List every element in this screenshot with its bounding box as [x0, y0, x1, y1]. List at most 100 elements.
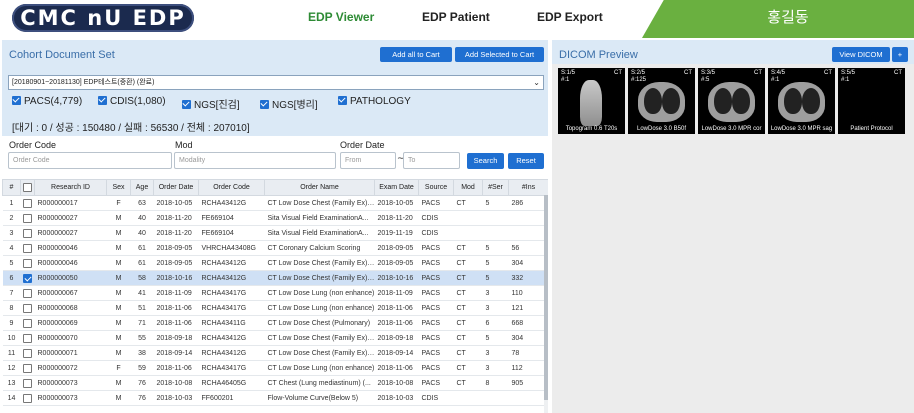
col-header-order-name[interactable]: Order Name [264, 179, 375, 196]
from-date-input[interactable]: From [340, 152, 396, 169]
nav-edp-viewer[interactable]: EDP Viewer [308, 10, 374, 24]
row-checkbox[interactable] [23, 198, 32, 208]
user-name-tab[interactable]: 홍길동 [642, 0, 914, 38]
cohort-set-select[interactable]: [20180901~20181130] EDP테스트(중환) (완료) ⌄ [8, 75, 544, 90]
table-cell: M [106, 330, 131, 346]
table-cell: R000000067 [34, 285, 107, 301]
col-header-mod[interactable]: Mod [453, 179, 483, 196]
row-checkbox[interactable] [23, 288, 32, 298]
col-header-research-id[interactable]: Research ID [34, 179, 107, 196]
table-cell [482, 390, 509, 406]
source-cdis-checkbox[interactable]: CDIS(1,080) [98, 96, 166, 107]
nav-edp-patient[interactable]: EDP Patient [422, 10, 490, 24]
row-checkbox[interactable] [23, 333, 32, 343]
table-cell: M [106, 210, 131, 226]
table-cell: 2018-11-06 [153, 360, 199, 376]
dicom-thumbnail[interactable]: S:4/5 #:1 CT LowDose 3.0 MPR sag [768, 68, 835, 134]
source-ngs-byeongri-checkbox[interactable]: NGS[병리] [260, 96, 318, 111]
table-cell: CT Coronary Calcium Scoring [264, 240, 375, 256]
transfer-stats: [대기 : 0 / 성공 : 150480 / 실패 : 56530 / 전체 … [12, 123, 250, 134]
row-checkbox[interactable] [23, 363, 32, 373]
table-cell: CT Low Dose Chest (Family Ex) ... [264, 255, 375, 271]
row-checkbox[interactable] [23, 318, 32, 328]
table-cell: PACS [418, 255, 454, 271]
order-code-input[interactable]: Order Code [8, 152, 172, 169]
col-header-select-all[interactable] [20, 179, 35, 196]
table-cell: 2018-11-20 [153, 210, 199, 226]
table-cell: F [106, 360, 131, 376]
table-cell: 4 [2, 240, 21, 256]
table-cell: CT Low Dose Lung (non enhance) [264, 360, 375, 376]
dicom-thumbnail[interactable]: S:2/5 #:125 CT LowDose 3.0 B50f [628, 68, 695, 134]
source-ngs-jingeom-checkbox[interactable]: NGS[진검] [182, 96, 240, 111]
table-cell: 8 [2, 300, 21, 316]
table-row[interactable]: 12 R000000072 F 59 2018-11-06 RCHA43417G CT Lo… [2, 360, 548, 376]
scrollbar-thumb[interactable] [544, 195, 548, 400]
table-cell: 51 [130, 300, 154, 316]
table-row[interactable]: 7 R000000067 M 41 2018-11-09 RCHA43417G CT Low… [2, 285, 548, 301]
table-cell: 2018-09-05 [153, 255, 199, 271]
table-cell: 2018-11-09 [374, 285, 419, 301]
col-header-source[interactable]: Source [418, 179, 454, 196]
row-checkbox[interactable] [23, 243, 32, 253]
row-checkbox[interactable] [23, 393, 32, 403]
row-checkbox[interactable] [23, 228, 32, 238]
table-row[interactable]: 10 R000000070 M 55 2018-09-18 RCHA43412G CT Lo… [2, 330, 548, 346]
col-header-ser[interactable]: #Ser [482, 179, 509, 196]
table-row[interactable]: 14 R000000073 M 76 2018-10-03 FF600201 Flow-Vo… [2, 390, 548, 406]
table-row[interactable]: 3 R000000027 M 40 2018-11-20 FE669104 Sita Vis… [2, 225, 548, 241]
col-header-order-date[interactable]: Order Date [153, 179, 199, 196]
row-checkbox[interactable] [23, 378, 32, 388]
select-all-checkbox[interactable] [23, 183, 32, 192]
thumb-modality: CT [614, 70, 622, 76]
dicom-thumbnail[interactable]: S:3/5 #:5 CT LowDose 3.0 MPR cor [698, 68, 765, 134]
table-row[interactable]: 6 R000000050 M 58 2018-10-16 RCHA43412G CT Low… [2, 270, 548, 286]
row-checkbox[interactable] [23, 273, 32, 283]
table-cell: M [106, 375, 131, 391]
table-row[interactable]: 1 R000000017 F 63 2018-10-05 RCHA43412G CT Low… [2, 195, 548, 211]
add-dicom-button[interactable]: + [892, 47, 908, 62]
table-cell: CDIS [418, 390, 454, 406]
modality-input[interactable]: Modality [174, 152, 336, 169]
col-header-ins[interactable]: #Ins [508, 179, 548, 196]
search-button[interactable]: Search [467, 153, 504, 169]
table-row[interactable]: 5 R000000046 M 61 2018-09-05 RCHA43412G CT Low… [2, 255, 548, 271]
nav-edp-export[interactable]: EDP Export [537, 10, 603, 24]
dicom-viewer-area: S:1/5 #:1 CT Topogram 0.6 T20s S:2/5 #:125 CT L… [552, 64, 914, 413]
col-header-age[interactable]: Age [130, 179, 154, 196]
add-all-to-cart-button[interactable]: Add all to Cart [380, 47, 452, 62]
row-select-cell [20, 360, 35, 376]
table-row[interactable]: 4 R000000046 M 61 2018-09-05 VHRCHA43408G CT C… [2, 240, 548, 256]
col-header-sex[interactable]: Sex [106, 179, 131, 196]
table-row[interactable]: 8 R000000068 M 51 2018-11-06 RCHA43417G CT Low… [2, 300, 548, 316]
table-scrollbar[interactable] [544, 195, 548, 413]
dicom-thumbnail[interactable]: S:1/5 #:1 CT Topogram 0.6 T20s [558, 68, 625, 134]
table-row[interactable]: 9 R000000069 M 71 2018-11-06 RCHA43411G CT Low… [2, 315, 548, 331]
table-cell: R000000071 [34, 345, 107, 361]
table-row[interactable]: 2 R000000027 M 40 2018-11-20 FE669104 Sita Vis… [2, 210, 548, 226]
view-dicom-button[interactable]: View DICOM [832, 47, 890, 62]
table-cell: CT Low Dose Chest (Family Ex) ... [264, 270, 375, 286]
col-header-exam-date[interactable]: Exam Date [374, 179, 419, 196]
source-pacs-checkbox[interactable]: PACS(4,779) [12, 96, 82, 107]
row-checkbox[interactable] [23, 348, 32, 358]
add-selected-to-cart-button[interactable]: Add Selected to Cart [455, 47, 544, 62]
table-cell: CT [453, 330, 483, 346]
table-cell: CT [453, 300, 483, 316]
table-cell: R000000046 [34, 255, 107, 271]
table-row[interactable]: 13 R000000073 M 76 2018-10-08 RCHA46405G CT Ch… [2, 375, 548, 391]
table-cell: 76 [130, 390, 154, 406]
dicom-thumbnail[interactable]: S:5/5 #:1 CT Patient Protocol [838, 68, 905, 134]
thumb-modality: CT [894, 70, 902, 76]
app-logo[interactable]: CMC nU EDP [12, 4, 194, 32]
col-header-order-code[interactable]: Order Code [198, 179, 265, 196]
reset-button[interactable]: Reset [508, 153, 544, 169]
table-row[interactable]: 11 R000000071 M 38 2018-09-14 RCHA43412G CT Lo… [2, 345, 548, 361]
row-checkbox[interactable] [23, 303, 32, 313]
row-checkbox[interactable] [23, 213, 32, 223]
table-cell: 38 [130, 345, 154, 361]
col-header-index[interactable]: # [2, 179, 21, 196]
to-date-input[interactable]: To [403, 152, 460, 169]
row-checkbox[interactable] [23, 258, 32, 268]
source-pathology-checkbox[interactable]: PATHOLOGY [338, 96, 411, 107]
